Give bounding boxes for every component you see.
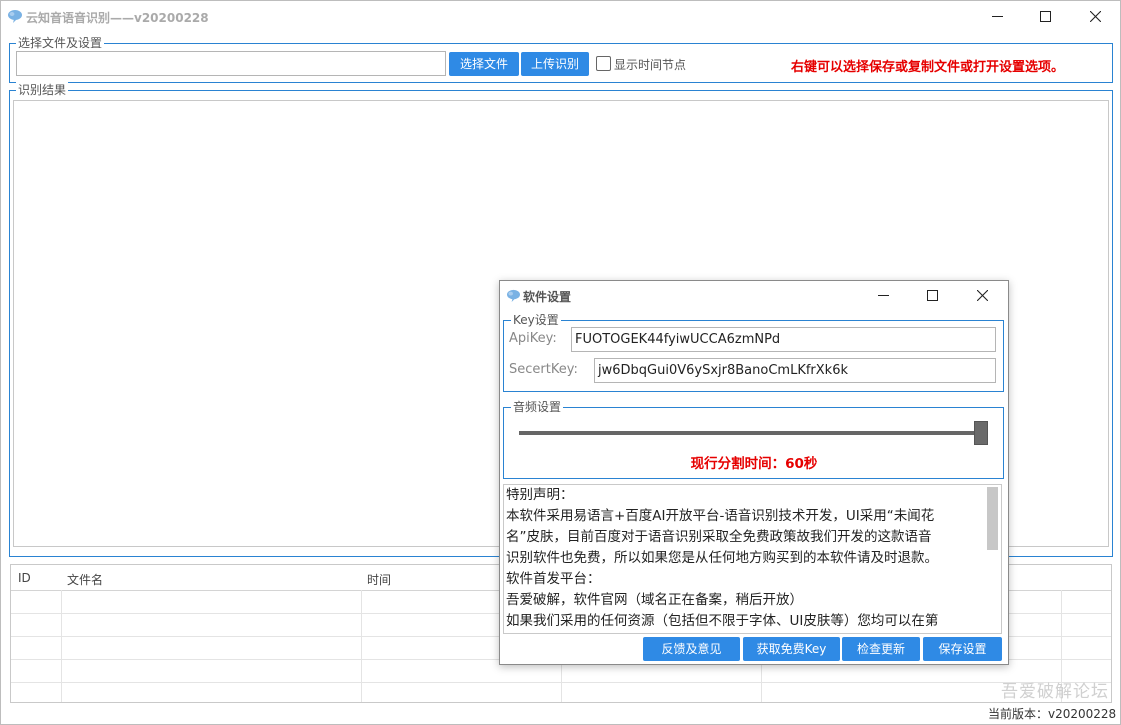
settings-close-button[interactable]: [957, 281, 1007, 310]
notice-content: 特别声明： 本软件采用易语言+百度AI开放平台-语音识别技术开发，UI采用“未闻花…: [504, 485, 1001, 632]
audio-settings-legend: 音频设置: [511, 399, 564, 415]
close-icon: [1089, 10, 1101, 22]
title-bar[interactable]: 云知音语音识别——v20200228: [1, 1, 1120, 32]
notice-line: 如果我们采用的任何资源（包括但不限于字体、UI皮肤等）您均可以在第: [506, 613, 939, 629]
split-time-label: 现行分割时间：60秒: [690, 456, 818, 472]
feedback-button[interactable]: 反馈及意见: [643, 637, 740, 661]
version-label: 当前版本：v20200228: [988, 707, 1117, 721]
grid-line: [61, 590, 62, 702]
maximize-icon: [1039, 10, 1051, 22]
upload-recognize-button[interactable]: 上传识别: [521, 52, 589, 76]
slider-handle[interactable]: [974, 421, 988, 445]
file-path-input[interactable]: [16, 51, 446, 76]
column-header-time[interactable]: 时间: [367, 571, 391, 588]
result-legend: 识别结果: [16, 82, 69, 98]
grid-line: [361, 590, 362, 702]
apikey-input[interactable]: FUOTOGEK44fyiwUCCA6zmNPd: [571, 327, 996, 352]
main-window: 云知音语音识别——v20200228 选择文件及设置 选择文件 上传识别 显示时…: [0, 0, 1121, 725]
minimize-icon: [877, 295, 889, 296]
settings-dialog: 软件设置 Key设置 ApiKey: FUOTOGEK44fyiwUCCA6zm…: [499, 280, 1009, 665]
show-time-checkbox[interactable]: [596, 56, 611, 71]
secretkey-input[interactable]: jw6DbqGui0V6ySxjr8BanoCmLKfrXk6k: [594, 358, 996, 383]
app-icon: [507, 289, 520, 302]
select-file-button[interactable]: 选择文件: [449, 52, 519, 76]
watermark: 吾爱破解论坛: [1001, 682, 1109, 702]
notice-line: 特别声明：: [506, 487, 574, 503]
column-header-id[interactable]: ID: [18, 571, 31, 585]
app-icon: [8, 10, 22, 23]
apikey-label: ApiKey:: [509, 331, 557, 346]
close-icon: [976, 289, 988, 302]
maximize-button[interactable]: [1021, 1, 1069, 32]
settings-title: 软件设置: [523, 290, 572, 304]
show-time-label: 显示时间节点: [614, 58, 687, 72]
settings-minimize-button[interactable]: [858, 281, 908, 310]
notice-scrollbar[interactable]: [987, 487, 998, 550]
minimize-icon: [991, 15, 1003, 17]
save-settings-button[interactable]: 保存设置: [923, 637, 1002, 661]
right-click-hint: 右键可以选择保存或复制文件或打开设置选项。: [791, 60, 1065, 75]
get-free-key-button[interactable]: 获取免费Key: [743, 637, 840, 661]
notice-line: 吾爱破解，软件官网（域名正在备案，稍后开放）: [506, 592, 803, 608]
notice-line: 软件首发平台：: [506, 571, 601, 587]
close-button[interactable]: [1071, 1, 1119, 32]
settings-title-bar[interactable]: 软件设置: [500, 281, 1008, 310]
minimize-button[interactable]: [973, 1, 1021, 32]
notice-line: 本软件采用易语言+百度AI开放平台-语音识别技术开发，UI采用“未闻花: [506, 508, 935, 524]
notice-textbox[interactable]: 特别声明： 本软件采用易语言+百度AI开放平台-语音识别技术开发，UI采用“未闻花…: [503, 484, 1002, 634]
split-time-slider[interactable]: [519, 421, 988, 445]
notice-line: 名”皮肤，目前百度对于语音识别采取全免费政策故我们开发的这款语音: [506, 529, 932, 545]
slider-track: [519, 431, 988, 435]
settings-maximize-button[interactable]: [907, 281, 957, 310]
key-settings-legend: Key设置: [511, 312, 561, 328]
maximize-icon: [926, 290, 938, 301]
notice-line: 识别软件也免费，所以如果您是从任何地方购买到的本软件请及时退款。: [506, 550, 938, 566]
secretkey-label: SecertKey:: [509, 362, 578, 377]
column-header-filename[interactable]: 文件名: [67, 571, 103, 588]
window-title: 云知音语音识别——v20200228: [26, 11, 209, 25]
file-settings-legend: 选择文件及设置: [16, 35, 105, 51]
check-update-button[interactable]: 检查更新: [842, 637, 920, 661]
